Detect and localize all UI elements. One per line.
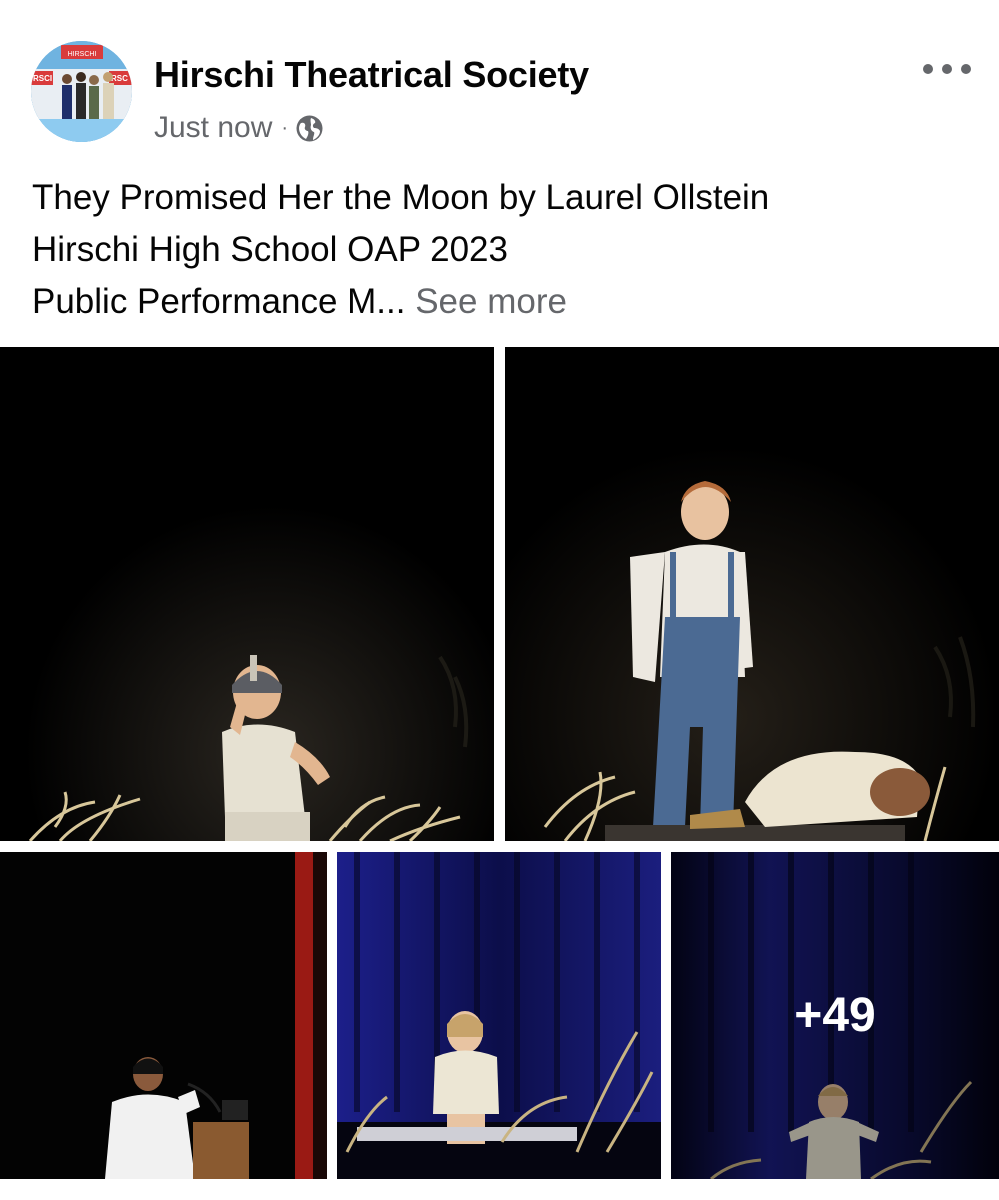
photo-2[interactable] — [505, 347, 999, 841]
page-name[interactable]: Hirschi Theatrical Society — [154, 54, 589, 96]
post-text-line-1: They Promised Her the Moon by Laurel Oll… — [32, 178, 770, 217]
more-dot — [923, 64, 933, 74]
photo-1[interactable] — [0, 347, 494, 841]
more-options-icon[interactable] — [923, 58, 971, 80]
globe-icon[interactable] — [295, 114, 324, 143]
photo-3[interactable] — [0, 852, 327, 1179]
page-avatar[interactable]: HIRSCHI RSCI RSC — [31, 41, 132, 142]
more-dot — [961, 64, 971, 74]
post-text-truncated: Public Performance M... — [32, 282, 406, 321]
post-meta: Just now · — [154, 110, 324, 146]
see-more-link[interactable]: See more — [415, 282, 567, 321]
photo-4[interactable] — [337, 852, 661, 1179]
post-timestamp[interactable]: Just now — [154, 111, 272, 145]
post-text-line-2: Hirschi High School OAP 2023 — [32, 230, 508, 269]
post-text-line-3: Public Performance M... See more — [32, 276, 972, 328]
photo-5[interactable]: +49 — [671, 852, 999, 1179]
avatar-left-sign: RSCI — [33, 74, 52, 83]
post-text: They Promised Her the Moon by Laurel Oll… — [32, 172, 972, 328]
more-dot — [942, 64, 952, 74]
avatar-banner-text: HIRSCHI — [68, 51, 97, 58]
more-photos-overlay[interactable]: +49 — [671, 852, 999, 1179]
avatar-right-sign: RSC — [111, 74, 128, 83]
meta-separator: · — [281, 116, 289, 139]
